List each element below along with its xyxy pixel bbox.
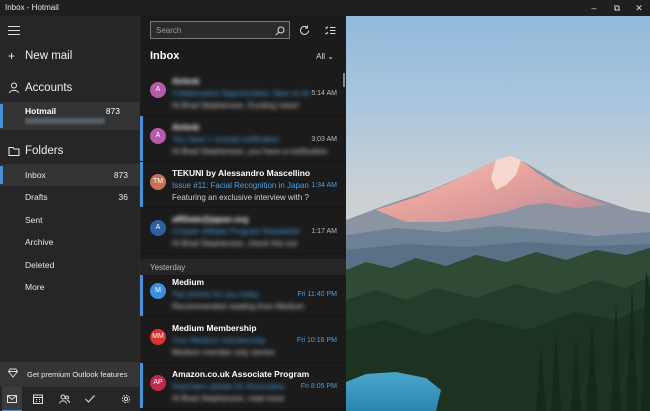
message-list-pane: Inbox All ⌄ A Airbnb Collaborative Opportu… [139,16,347,411]
folder-more[interactable]: More [0,276,139,298]
folder-drafts[interactable]: Drafts 36 [0,186,139,208]
message-sender: Airbnb [172,122,200,132]
new-mail-button[interactable]: + New mail [0,46,139,68]
account-hotmail[interactable]: Hotmail 873 [0,102,139,130]
message-row[interactable]: TM TEKUNI by Alessandro Mascellino Issue #… [140,162,347,208]
people-icon[interactable] [54,387,74,411]
message-sender: Amazon.co.uk Associate Program [172,369,310,379]
message-row[interactable]: MM Medium Membership Your Medium membershi… [140,317,347,363]
mountain-landscape-image [346,0,650,411]
sender-avatar: MM [150,329,166,345]
message-row[interactable]: AP Amazon.co.uk Associate Program Importan… [140,363,347,409]
accounts-label: Accounts [25,82,73,94]
message-sender: Medium [172,277,205,287]
message-preview: Medium member only stories [172,348,275,357]
chevron-down-icon: ⌄ [327,52,334,61]
bottom-app-bar [0,386,139,411]
account-unread-count: 873 [105,106,120,116]
search-input[interactable] [156,24,271,36]
premium-banner[interactable]: Get premium Outlook features [0,362,139,386]
folder-archive[interactable]: Archive [0,231,139,253]
plus-icon: + [8,49,16,63]
message-time: Fri 11:40 PM [297,291,337,298]
mail-icon[interactable] [2,387,22,411]
settings-gear-icon[interactable] [116,387,136,411]
message-subject: Important update for Associates [172,382,285,391]
message-row[interactable]: Aaffiliate@japan.org Crispier Affiliate P… [140,208,347,254]
new-mail-label: New mail [25,50,73,62]
search-icon[interactable] [275,23,285,39]
folder-title: Inbox [150,50,180,62]
message-preview: Featuring an exclusive interview with ? [172,193,309,202]
sender-avatar: A [150,220,166,236]
folders-header[interactable]: Folders [0,141,139,163]
diamond-icon [7,368,19,381]
folder-deleted[interactable]: Deleted [0,254,139,276]
maximize-button[interactable]: ⧉ [607,1,627,15]
sender-avatar: A [150,128,166,144]
premium-label: Get premium Outlook features [27,370,128,379]
group-header-yesterday: Yesterday [140,259,347,275]
message-preview: Hi Brad Stephenson. Exciting news! [172,101,300,110]
message-time: Fri 10:16 PM [296,337,337,344]
filter-dropdown[interactable]: All ⌄ [316,52,334,61]
message-preview: Hi Brad Stephenson, check this out [172,239,297,248]
message-row[interactable]: A Airbnb Collaborative Opportunities: New … [140,70,347,116]
sender-avatar: TM [150,174,166,190]
message-time: Fri 8:05 PM [300,383,337,390]
sender-avatar: AP [150,375,166,391]
folders-label: Folders [25,145,64,157]
sender-avatar: M [150,283,166,299]
message-sender: affiliate@japan.org [172,214,249,224]
message-time: 3:03 AM [311,136,337,143]
calendar-icon[interactable] [28,387,48,411]
accounts-header[interactable]: Accounts [0,78,139,100]
message-preview: Hi Brad Stephenson, you have a notificat… [172,147,328,156]
folder-count: 873 [113,170,128,180]
message-preview: Recommended reading from Medium [172,302,305,311]
todo-check-icon[interactable] [80,387,100,411]
message-subject: You have 1 unread notification [172,135,280,144]
message-subject: Your Medium membership [172,336,266,345]
sync-icon[interactable] [295,22,313,38]
message-time: 1:17 AM [311,228,337,235]
person-icon [8,82,20,94]
folder-sent[interactable]: Sent [0,209,139,231]
folder-icon [8,145,20,157]
message-preview: Hi Brad Stephenson, read more [172,394,285,403]
folder-inbox[interactable]: Inbox 873 [0,164,139,186]
window-title: Inbox - Hotmail [5,3,59,12]
message-row[interactable]: A Airbnb You have 1 unread notification Hi … [140,116,347,162]
folder-label: Sent [25,215,43,225]
title-bar: Inbox - Hotmail – ⧉ ✕ [0,0,650,16]
message-subject: Top stories for you today [172,290,260,299]
folder-count: 36 [118,192,128,202]
account-email-redacted [25,118,105,124]
message-subject: Collaborative Opportunities: New on Airb… [172,89,310,98]
sender-avatar: A [150,82,166,98]
minimize-button[interactable]: – [584,1,604,15]
selection-mode-icon[interactable] [321,22,339,38]
folder-label: Archive [25,237,54,247]
message-time: 5:14 AM [311,90,337,97]
folder-label: Deleted [25,260,55,270]
reading-pane-background [346,0,650,411]
close-button[interactable]: ✕ [629,1,649,15]
message-sender: TEKUNI by Alessandro Mascellino [172,168,311,178]
folder-label: Inbox [25,170,46,180]
search-box[interactable] [150,21,290,39]
account-name: Hotmail [25,106,57,116]
message-sender: Airbnb [172,76,200,86]
filter-label: All [316,52,326,61]
folder-label: More [25,282,45,292]
folder-label: Drafts [25,192,48,202]
message-subject: Issue #11: Facial Recognition in Japan [172,181,309,190]
message-time: 1:34 AM [311,182,337,189]
message-sender: Medium Membership [172,323,257,333]
message-row[interactable]: M Medium Top stories for you today Recommen… [140,271,347,317]
navigation-pane: + New mail Accounts Hotmail 873 Folders … [0,16,139,411]
hamburger-menu-icon[interactable] [8,26,20,35]
message-subject: Crispier Affiliate Program Newsletter [172,227,301,236]
group-header-label: Yesterday [150,263,186,272]
